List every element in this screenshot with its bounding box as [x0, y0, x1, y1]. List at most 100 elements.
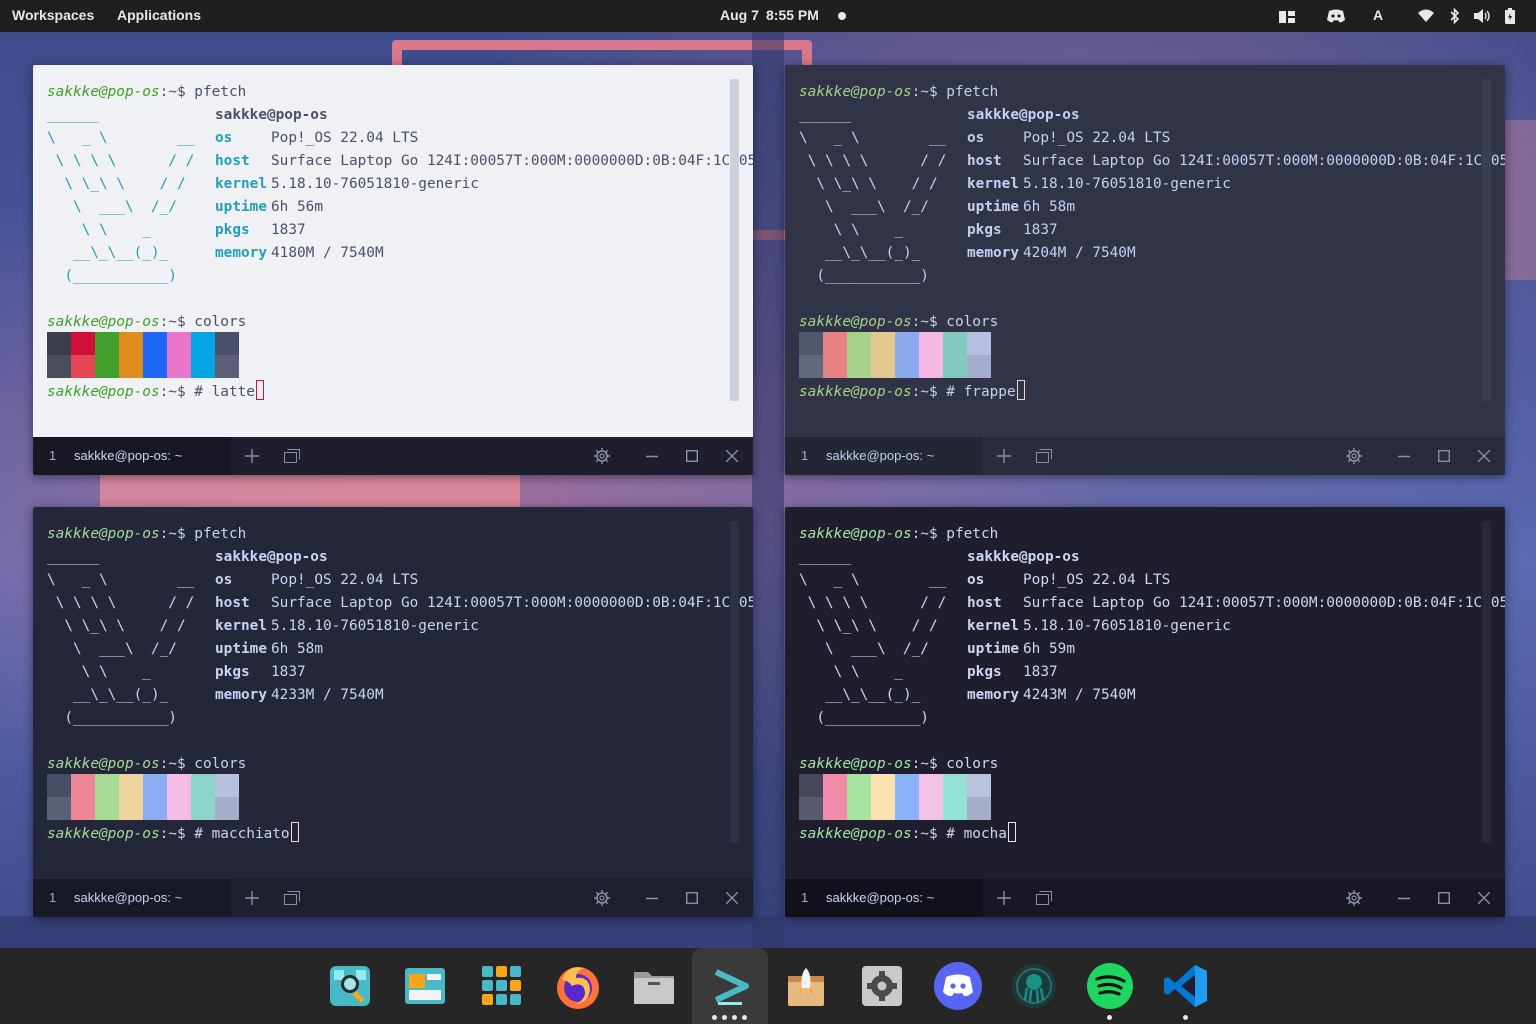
color-swatch — [847, 355, 871, 378]
dock-indicator — [712, 1015, 717, 1020]
terminal-window-frappe[interactable]: sakkke@pop-os:~$ pfetch ______ \ _ \ __ \ … — [785, 65, 1505, 475]
scrollbar[interactable] — [1482, 521, 1491, 843]
minimize-button[interactable] — [1394, 446, 1414, 466]
maximize-button[interactable] — [1434, 446, 1454, 466]
settings-icon[interactable] — [854, 958, 910, 1014]
discord-tray-icon[interactable] — [1327, 9, 1345, 26]
close-button[interactable] — [1474, 888, 1494, 908]
pfetch-value-os: Pop!_OS 22.04 LTS — [271, 572, 419, 588]
terminal-content[interactable]: sakkke@pop-os:~$ pfetch ______ \ _ \ __ \ … — [785, 65, 1505, 437]
command-text: colors — [946, 756, 999, 772]
color-swatch — [799, 332, 823, 355]
notification-dot-icon[interactable] — [838, 12, 846, 20]
text-cursor — [1016, 380, 1025, 400]
pop-shop-icon[interactable] — [778, 958, 834, 1014]
settings-gear-button[interactable] — [1344, 446, 1364, 466]
terminal-tab[interactable]: 1 sakkke@pop-os: ~ — [785, 437, 983, 475]
terminal-icon[interactable] — [702, 958, 758, 1014]
pfetch-value-host: Surface Laptop Go 124I:00057T:000M:00000… — [271, 153, 753, 169]
color-swatch — [95, 774, 119, 797]
close-button[interactable] — [722, 446, 742, 466]
pfetch-row-host: host Surface Laptop Go 124I:00057T:000M:0… — [967, 150, 1505, 173]
settings-gear-button[interactable] — [592, 446, 612, 466]
settings-gear-icon — [1346, 890, 1362, 906]
wifi-icon[interactable] — [1418, 9, 1434, 25]
spotify-icon[interactable] — [1082, 958, 1138, 1014]
pfetch-label-os: os — [215, 572, 233, 588]
terminal-content[interactable]: sakkke@pop-os:~$ pfetch ______ \ _ \ __ \ … — [33, 507, 753, 879]
minimize-button[interactable] — [1394, 888, 1414, 908]
new-tab-icon — [245, 449, 259, 463]
date-label[interactable]: Aug 7 — [720, 7, 759, 23]
firefox-icon[interactable] — [550, 958, 606, 1014]
pfetch-label-memory: memory — [967, 687, 1019, 703]
scrollbar[interactable] — [730, 79, 739, 401]
pfetch-label-pkgs: pkgs — [967, 222, 1002, 238]
close-button[interactable] — [1474, 446, 1494, 466]
discord-icon[interactable] — [930, 958, 986, 1014]
close-icon — [726, 892, 738, 904]
terminal-tab-bar: 1 sakkke@pop-os: ~ — [33, 879, 753, 917]
maximize-button[interactable] — [682, 888, 702, 908]
maximize-button[interactable] — [682, 446, 702, 466]
tab-overview-button[interactable] — [1034, 888, 1054, 908]
settings-gear-button[interactable] — [592, 888, 612, 908]
new-tab-button[interactable] — [242, 446, 262, 466]
new-tab-button[interactable] — [994, 446, 1014, 466]
pfetch-value-host: Surface Laptop Go 124I:00057T:000M:00000… — [1023, 153, 1505, 169]
tab-overview-icon — [284, 891, 300, 905]
pfetch-logo-line: \ ___\ /_/ — [799, 199, 929, 215]
files-icon[interactable] — [626, 958, 682, 1014]
workspaces-button[interactable]: Workspaces — [12, 7, 94, 23]
terminal-window-macchiato[interactable]: sakkke@pop-os:~$ pfetch ______ \ _ \ __ \ … — [33, 507, 753, 917]
bluetooth-icon[interactable] — [1450, 7, 1460, 27]
tab-overview-button[interactable] — [1034, 446, 1054, 466]
prompt-user: sakkke@pop-os — [799, 84, 912, 100]
volume-icon[interactable] — [1474, 9, 1492, 26]
prompt-line: sakkke@pop-os:~$ colors — [47, 753, 246, 776]
new-tab-button[interactable] — [242, 888, 262, 908]
vscode-icon[interactable] — [1158, 958, 1214, 1014]
terminal-tab[interactable]: 1 sakkke@pop-os: ~ — [33, 437, 231, 475]
color-swatch — [191, 355, 215, 378]
wallpaper-shape — [1505, 120, 1536, 280]
pfetch-logo-line: \ \_\ \ / / — [47, 176, 186, 192]
scrollbar[interactable] — [1482, 79, 1491, 401]
workspaces-app-icon[interactable] — [397, 958, 453, 1014]
pfetch-row-host: host Surface Laptop Go 124I:00057T:000M:0… — [215, 592, 753, 615]
terminal-window-mocha[interactable]: sakkke@pop-os:~$ pfetch ______ \ _ \ __ \ … — [785, 507, 1505, 917]
keyboard-layout-indicator[interactable]: A — [1373, 7, 1383, 23]
settings-gear-button[interactable] — [1344, 888, 1364, 908]
battery-icon[interactable] — [1505, 8, 1515, 27]
close-icon — [1478, 450, 1490, 462]
terminal-tab[interactable]: 1 sakkke@pop-os: ~ — [785, 879, 983, 917]
close-button[interactable] — [722, 888, 742, 908]
color-swatch — [895, 797, 919, 820]
tab-overview-button[interactable] — [282, 446, 302, 466]
maximize-button[interactable] — [1434, 888, 1454, 908]
color-swatch — [71, 797, 95, 820]
command-text: pfetch — [946, 526, 999, 542]
scrollbar[interactable] — [730, 521, 739, 843]
layout-icon[interactable] — [1279, 10, 1295, 26]
terminal-window-latte[interactable]: sakkke@pop-os:~$ pfetch ______ \ _ \ __ \ … — [33, 65, 753, 475]
app-library-icon[interactable] — [474, 958, 530, 1014]
gitkraken-icon[interactable] — [1006, 958, 1062, 1014]
new-tab-button[interactable] — [994, 888, 1014, 908]
search-app-icon[interactable] — [322, 958, 378, 1014]
pfetch-label-uptime: uptime — [967, 641, 1019, 657]
time-label[interactable]: 8:55 PM — [766, 7, 819, 23]
pfetch-logo-line: \ _ \ __ — [799, 572, 947, 588]
terminal-content[interactable]: sakkke@pop-os:~$ pfetch ______ \ _ \ __ \ … — [33, 65, 753, 437]
tab-overview-button[interactable] — [282, 888, 302, 908]
pfetch-value-kernel: 5.18.10-76051810-generic — [271, 176, 479, 192]
color-swatch — [847, 774, 871, 797]
applications-button[interactable]: Applications — [117, 7, 201, 23]
settings-gear-icon — [1346, 448, 1362, 464]
terminal-tab[interactable]: 1 sakkke@pop-os: ~ — [33, 879, 231, 917]
pfetch-label-host: host — [967, 153, 1002, 169]
minimize-button[interactable] — [642, 888, 662, 908]
pfetch-logo-line: ______ — [47, 549, 99, 565]
minimize-button[interactable] — [642, 446, 662, 466]
terminal-content[interactable]: sakkke@pop-os:~$ pfetch ______ \ _ \ __ \ … — [785, 507, 1505, 879]
